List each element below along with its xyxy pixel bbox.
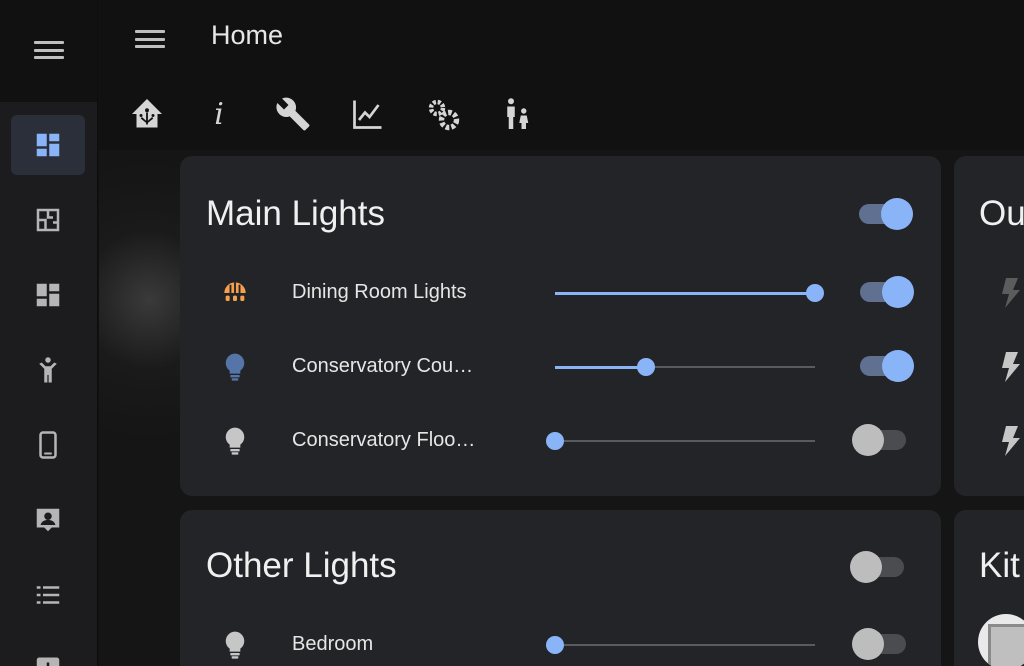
toggle-thumb (881, 198, 913, 230)
master-toggle-other-lights[interactable] (850, 551, 906, 583)
app-header: Home i (99, 0, 1024, 150)
tab-info[interactable]: i (199, 92, 239, 136)
view-dashboard-icon (36, 133, 60, 157)
toggle-thumb (852, 424, 884, 456)
sidebar-item-mobile[interactable] (11, 415, 85, 475)
sidebar (0, 0, 98, 666)
entity-toggle[interactable] (858, 276, 914, 308)
tab-history[interactable] (348, 92, 388, 136)
sidebar-header (0, 0, 97, 102)
tab-family[interactable] (497, 92, 537, 136)
slider-knob[interactable] (806, 284, 824, 302)
sidebar-menu-button[interactable] (34, 38, 64, 62)
sidebar-item-map[interactable] (11, 190, 85, 250)
wrench-icon (276, 97, 310, 131)
sidebar-item-overview[interactable] (11, 115, 85, 175)
view-dashboard-outline-icon (36, 283, 60, 307)
brightness-slider[interactable] (555, 358, 815, 376)
entity-icon[interactable] (218, 350, 252, 384)
flash-icon[interactable] (998, 276, 1022, 310)
card-title: Ou (979, 194, 1024, 233)
entity-name[interactable]: Conservatory Cou… (292, 355, 473, 378)
floor-plan-icon (36, 208, 60, 232)
tab-home[interactable] (127, 92, 167, 136)
entity-toggle[interactable] (858, 350, 914, 382)
appliance-image (988, 624, 1024, 666)
appliance-avatar[interactable] (978, 614, 1024, 666)
account-box-icon (36, 508, 60, 532)
menu-icon-bar (135, 30, 165, 33)
ceiling-light-icon (224, 282, 246, 301)
sidebar-item-dashboard[interactable] (11, 265, 85, 325)
home-assistant-icon (132, 99, 162, 128)
entity-icon[interactable] (218, 276, 252, 310)
flash-icon[interactable] (998, 424, 1022, 458)
card-other-lights: Other Lights Bedroom (180, 510, 941, 666)
chart-bar-icon (36, 657, 60, 666)
slider-fill (555, 291, 815, 295)
toggle-thumb (882, 350, 914, 382)
toggle-thumb (850, 551, 882, 583)
entity-icon[interactable] (218, 628, 252, 662)
card-title: Main Lights (206, 194, 385, 233)
human-handsup-icon (39, 357, 57, 383)
lightbulb-icon (225, 353, 245, 381)
card-right-top: Ou (954, 156, 1024, 496)
menu-icon-bar (34, 41, 64, 44)
menu-icon-bar (135, 45, 165, 48)
page-title: Home (211, 20, 284, 50)
menu-icon-bar (34, 56, 64, 59)
lightbulb-icon (225, 427, 245, 455)
header-menu-button[interactable] (135, 28, 165, 50)
brightness-slider[interactable] (555, 284, 824, 302)
sidebar-item-people[interactable] (11, 340, 85, 400)
slider-fill (555, 365, 646, 369)
entity-toggle[interactable] (852, 424, 908, 456)
master-toggle-main-lights[interactable] (857, 198, 913, 230)
tab-tools[interactable] (273, 92, 313, 136)
sidebar-item-list[interactable] (11, 565, 85, 625)
toggle-thumb (882, 276, 914, 308)
card-title: Kit (979, 546, 1020, 585)
cellphone-icon (39, 431, 57, 459)
chart-line-icon (353, 100, 382, 129)
menu-icon-bar (135, 37, 165, 41)
brightness-slider[interactable] (546, 432, 815, 450)
entity-toggle[interactable] (852, 628, 908, 660)
entity-name[interactable]: Dining Room Lights (292, 281, 467, 304)
info-icon: i (214, 96, 224, 132)
entity-icon[interactable] (218, 424, 252, 458)
entity-name[interactable]: Bedroom (292, 633, 373, 656)
card-title: Other Lights (206, 546, 397, 585)
flash-icon[interactable] (998, 350, 1022, 384)
card-main-lights: Main Lights Dining Room Lights Conservat… (180, 156, 941, 496)
sidebar-item-stats[interactable] (11, 635, 85, 666)
toggle-thumb (852, 628, 884, 660)
menu-icon-bar (34, 48, 64, 52)
entity-name[interactable]: Conservatory Floo… (292, 429, 475, 452)
slider-knob[interactable] (546, 636, 564, 654)
lightbulb-icon (225, 631, 245, 659)
brightness-slider[interactable] (546, 636, 815, 654)
format-list-bulleted-icon (36, 586, 60, 604)
slider-knob[interactable] (546, 432, 564, 450)
slider-knob[interactable] (637, 358, 655, 376)
card-right-bottom: Kit (954, 510, 1024, 666)
human-male-girl-icon (507, 98, 529, 129)
cogs-icon (428, 99, 460, 131)
tab-settings[interactable] (423, 92, 463, 136)
sidebar-item-account[interactable] (11, 490, 85, 550)
